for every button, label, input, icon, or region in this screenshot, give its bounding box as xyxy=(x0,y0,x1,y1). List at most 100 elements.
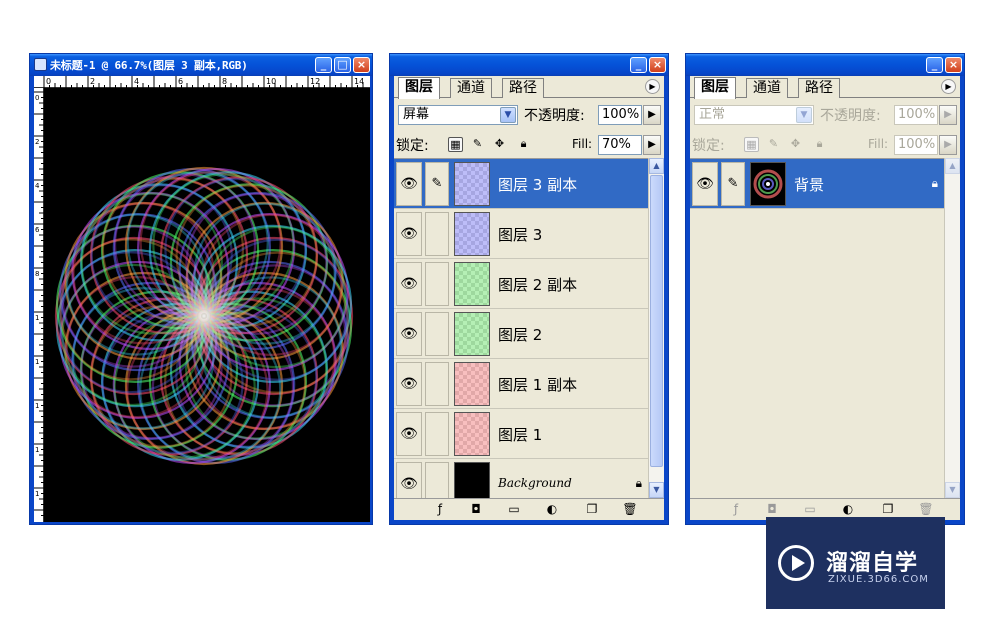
tab-layers[interactable]: 图层 xyxy=(694,77,736,99)
tab-channels[interactable]: 通道 xyxy=(450,78,492,98)
layer-row[interactable]: 👁︎ 图层 1 xyxy=(394,409,648,459)
layer-row[interactable]: 👁︎ ✎ 图层 3 副本 xyxy=(394,159,648,209)
layer-row[interactable]: 👁︎ 图层 1 副本 xyxy=(394,359,648,409)
ruler-tick-label: 4 xyxy=(35,182,40,190)
photoshop-doc-icon xyxy=(34,58,47,71)
eye-icon[interactable]: 👁︎ xyxy=(396,162,422,206)
add-mask-icon[interactable]: ◘ xyxy=(764,502,780,517)
layer-style-icon[interactable]: ƒ xyxy=(728,502,744,517)
layer-style-icon[interactable]: ƒ xyxy=(432,502,448,517)
fill-slider-arrow-icon[interactable]: ▶ xyxy=(643,135,661,155)
panel-minimize-button[interactable]: _ xyxy=(630,57,647,73)
layer-thumbnail xyxy=(454,262,490,306)
layer-list-scrollbar[interactable]: ▲ ▼ xyxy=(944,158,960,498)
scroll-down-icon[interactable]: ▼ xyxy=(945,482,960,498)
ruler-tick-label: 14 xyxy=(354,77,364,86)
brush-icon[interactable]: ✎ xyxy=(425,162,449,206)
opacity-slider-arrow-icon[interactable]: ▶ xyxy=(643,105,661,125)
ruler-vertical-ticks: 0 2 4 6 8 1 1 1 1 1 xyxy=(34,91,44,516)
ruler-tick-label: 12 xyxy=(310,77,320,86)
layer-row[interactable]: 👁︎ 图层 3 xyxy=(394,209,648,259)
lock-all-icon[interactable]: 🔒︎ xyxy=(516,137,531,152)
panel-menu-arrow-icon[interactable]: ▶ xyxy=(941,79,956,94)
maximize-button[interactable]: □ xyxy=(334,57,351,73)
eye-icon[interactable]: 👁︎ xyxy=(396,412,422,456)
new-group-folder-icon[interactable]: ▭ xyxy=(506,502,522,517)
tab-channels[interactable]: 通道 xyxy=(746,78,788,98)
brush-icon[interactable]: ✎ xyxy=(721,162,745,206)
link-empty-icon[interactable] xyxy=(425,362,449,406)
trash-icon[interactable]: 🗑︎ xyxy=(622,502,638,517)
layers-panel-left-titlebar[interactable]: _ × xyxy=(390,54,668,76)
ruler-tick-label: 2 xyxy=(35,138,39,146)
layer-name: 图层 1 副本 xyxy=(498,376,578,394)
fill-field: 100% xyxy=(894,135,938,155)
layer-thumbnail xyxy=(454,212,490,256)
layers-panel-right-titlebar[interactable]: _ × xyxy=(686,54,964,76)
tab-layers[interactable]: 图层 xyxy=(398,77,440,99)
eye-icon[interactable]: 👁︎ xyxy=(396,212,422,256)
ruler-tick-label: 8 xyxy=(222,77,227,86)
new-layer-icon[interactable]: ❐ xyxy=(584,502,600,517)
document-title: 未标题-1 @ 66.7%(图层 3 副本,RGB) xyxy=(50,59,248,72)
adjustment-layer-icon[interactable]: ◐ xyxy=(544,502,560,517)
ruler-tick-label: 1 xyxy=(35,402,39,410)
link-empty-icon[interactable] xyxy=(425,412,449,456)
layer-list: 👁︎ ✎ 图层 3 副本 👁︎ 图层 3 👁︎ 图层 2 副本 👁︎ 图层 2 … xyxy=(394,158,648,509)
layer-row[interactable]: 👁︎ 图层 2 副本 xyxy=(394,259,648,309)
trash-icon[interactable]: 🗑︎ xyxy=(918,502,934,517)
opacity-label: 不透明度: xyxy=(524,108,585,124)
eye-icon[interactable]: 👁︎ xyxy=(396,262,422,306)
lock-transparency-icon[interactable]: ▦ xyxy=(448,137,463,152)
link-empty-icon[interactable] xyxy=(425,212,449,256)
tab-paths[interactable]: 路径 xyxy=(502,78,544,98)
new-group-folder-icon[interactable]: ▭ xyxy=(802,502,818,517)
lock-icon: 🔒︎ xyxy=(931,176,938,190)
fill-slider-arrow-icon: ▶ xyxy=(939,135,957,155)
thumb-tint xyxy=(455,313,489,355)
chevron-down-icon[interactable]: ▼ xyxy=(500,107,516,123)
link-empty-icon[interactable] xyxy=(425,262,449,306)
blend-mode-value: 屏幕 xyxy=(403,107,430,122)
scroll-up-icon[interactable]: ▲ xyxy=(945,158,960,174)
minimize-button[interactable]: _ xyxy=(315,57,332,73)
scroll-up-icon[interactable]: ▲ xyxy=(649,158,664,174)
blend-mode-select: 正常 ▼ xyxy=(694,105,814,125)
panel-minimize-button[interactable]: _ xyxy=(926,57,943,73)
scroll-down-icon[interactable]: ▼ xyxy=(649,482,664,498)
eye-icon[interactable]: 👁︎ xyxy=(396,312,422,356)
lock-pixels-brush-icon: ✎ xyxy=(768,137,779,150)
ruler-vertical: 0 2 4 6 8 1 1 1 1 1 xyxy=(34,88,44,522)
eye-icon[interactable]: 👁︎ xyxy=(692,162,718,206)
layer-row[interactable]: 👁︎ ✎ 背景 🔒︎ xyxy=(690,159,944,209)
close-button[interactable]: × xyxy=(353,57,370,73)
lock-icon: 🔒︎ xyxy=(635,476,642,490)
opacity-field[interactable]: 100% xyxy=(598,105,642,125)
document-titlebar[interactable]: 未标题-1 @ 66.7%(图层 3 副本,RGB) _ □ × xyxy=(30,54,372,76)
layer-list-scrollbar[interactable]: ▲ ▼ xyxy=(648,158,664,498)
eye-icon[interactable]: 👁︎ xyxy=(396,362,422,406)
add-mask-icon[interactable]: ◘ xyxy=(468,502,484,517)
opacity-label: 不透明度: xyxy=(820,108,881,124)
layers-panel-left: _ × 图层 通道 路径 ▶ 屏幕 ▼ 不透明度: 100% ▶ 锁定: ▦ ✎… xyxy=(389,53,669,525)
panel-close-button[interactable]: × xyxy=(945,57,962,73)
layer-row[interactable]: 👁︎ 图层 2 xyxy=(394,309,648,359)
tab-paths[interactable]: 路径 xyxy=(798,78,840,98)
image-canvas[interactable] xyxy=(44,88,370,522)
blend-mode-select[interactable]: 屏幕 ▼ xyxy=(398,105,518,125)
watermark-subtitle: ZIXUE.3D66.COM xyxy=(828,574,929,585)
lock-position-move-icon[interactable]: ✥ xyxy=(492,137,507,152)
link-empty-icon[interactable] xyxy=(425,312,449,356)
adjustment-layer-icon[interactable]: ◐ xyxy=(840,502,856,517)
opacity-field: 100% xyxy=(894,105,938,125)
opacity-slider-arrow-icon: ▶ xyxy=(939,105,957,125)
scroll-thumb[interactable] xyxy=(650,175,663,467)
ruler-tick-label: 1 xyxy=(35,490,39,498)
lock-pixels-brush-icon[interactable]: ✎ xyxy=(470,137,485,152)
ruler-horizontal-ticks: 0 2 4 6 8 10 12 14 xyxy=(43,76,364,88)
new-layer-icon[interactable]: ❐ xyxy=(880,502,896,517)
panel-menu-arrow-icon[interactable]: ▶ xyxy=(645,79,660,94)
fill-field[interactable]: 70% xyxy=(598,135,642,155)
ruler-tick-label: 4 xyxy=(134,77,139,86)
panel-close-button[interactable]: × xyxy=(649,57,666,73)
